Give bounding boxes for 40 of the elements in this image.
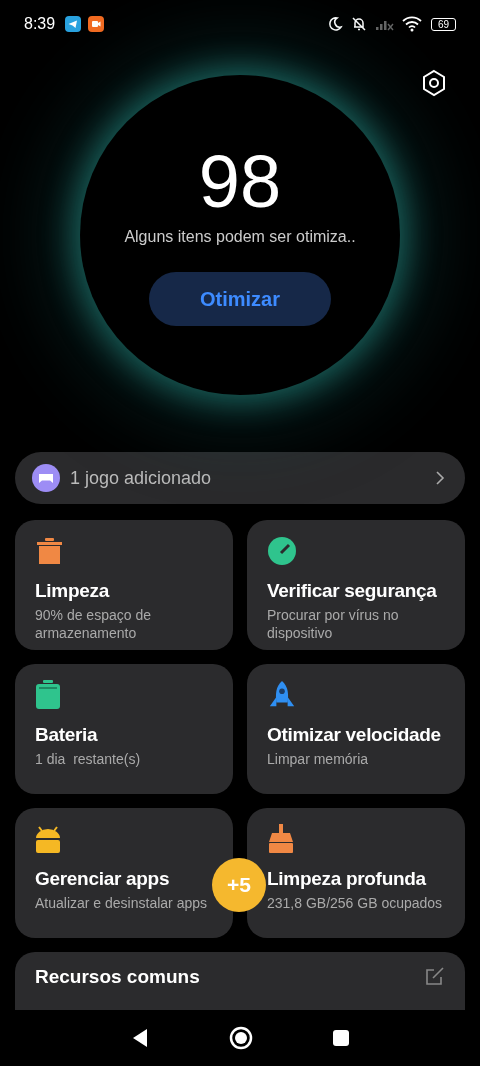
trash-icon — [35, 536, 63, 566]
card-title: Verificar segurança — [267, 580, 437, 602]
game-label: 1 jogo adicionado — [70, 467, 213, 489]
feature-card[interactable]: Verificar segurança Procurar por vírus no dispositivo — [247, 520, 465, 650]
card-title: Bateria — [35, 724, 98, 746]
chevron-right-icon — [435, 470, 445, 486]
status-time: 8:39 — [24, 15, 56, 33]
edit-icon[interactable] — [425, 966, 445, 986]
gamepad-icon — [32, 464, 60, 492]
home-icon[interactable] — [229, 1026, 253, 1050]
card-title: Gerenciar apps — [35, 868, 170, 890]
android-icon — [35, 824, 61, 854]
muted-bell-icon — [349, 15, 368, 33]
card-subtitle: Procurar por vírus no dispositivo — [267, 606, 400, 642]
card-subtitle: Atualizar e desinstalar apps — [35, 894, 207, 912]
telegram-icon — [65, 16, 82, 32]
card-subtitle: 231,8 GB/256 GB ocupados — [267, 894, 443, 912]
card-title: Limpeza profunda — [267, 868, 426, 890]
battery-icon — [35, 680, 61, 710]
game-row[interactable]: 1 jogo adicionado — [15, 452, 465, 504]
card-title: Otimizar velocidade — [267, 724, 441, 746]
settings-icon[interactable] — [421, 69, 447, 97]
gauge-icon — [267, 536, 297, 566]
feature-card[interactable]: Bateria 1 dia restante(s) — [15, 664, 233, 794]
section-title: Recursos comuns — [35, 966, 200, 988]
wifi-icon — [401, 16, 422, 32]
feature-card[interactable]: Limpeza 90% de espaço de armazenamento — [15, 520, 233, 650]
battery-level: 69 — [430, 17, 456, 31]
score-message: Alguns itens podem ser otimiza.. — [124, 228, 356, 246]
card-title: Limpeza — [35, 580, 109, 602]
optimize-button[interactable]: Otimizar — [149, 272, 331, 326]
card-subtitle: Limpar memória — [267, 750, 369, 768]
moon-icon — [326, 16, 343, 32]
brush-icon — [267, 824, 295, 854]
recents-icon[interactable] — [332, 1029, 351, 1047]
card-subtitle: 1 dia restante(s) — [35, 750, 141, 768]
card-subtitle: 90% de espaço de armazenamento — [35, 606, 152, 642]
score-value: 98 — [198, 142, 282, 222]
feature-card[interactable]: Otimizar velocidade Limpar memória — [247, 664, 465, 794]
video-app-icon — [88, 16, 105, 32]
